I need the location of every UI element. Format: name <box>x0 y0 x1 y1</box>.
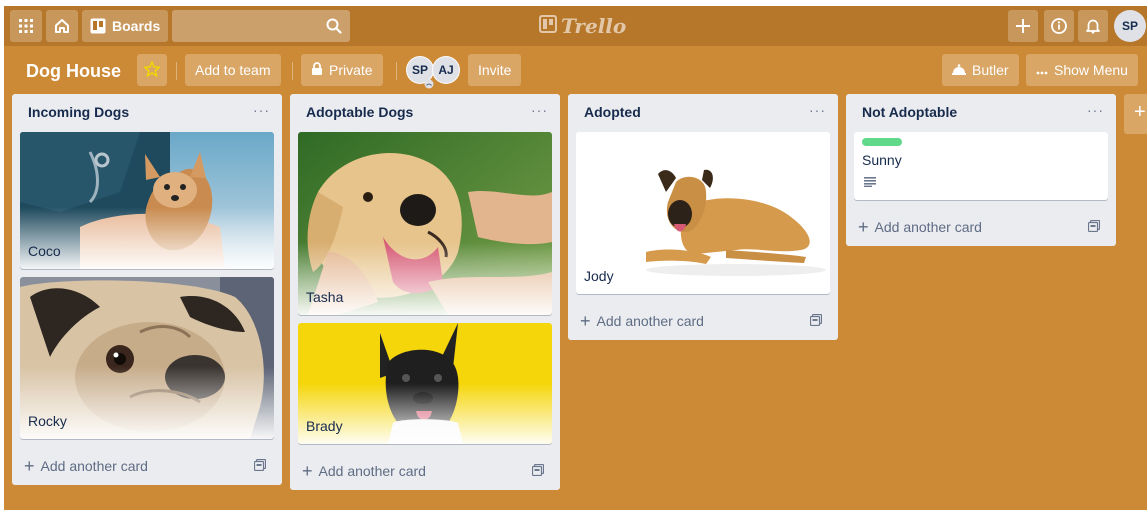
trello-logo[interactable]: Trello <box>539 14 626 38</box>
card-title: Rocky <box>28 413 67 429</box>
invite-button[interactable]: Invite <box>468 54 522 86</box>
list-adoptable-dogs: Adoptable Dogs ··· Tasha Brady + Add ano… <box>290 94 560 490</box>
plus-icon: + <box>1134 101 1146 123</box>
plus-icon: + <box>302 461 313 481</box>
grid-icon <box>19 19 33 33</box>
list-title[interactable]: Adoptable Dogs <box>306 104 413 132</box>
plus-icon: + <box>580 311 591 331</box>
more-horizontal-icon <box>1036 62 1048 78</box>
add-card-label: Add another card <box>318 463 426 479</box>
show-menu-button[interactable]: Show Menu <box>1026 54 1138 86</box>
home-button[interactable] <box>46 10 78 42</box>
list-title[interactable]: Adopted <box>584 104 641 132</box>
card-title: Sunny <box>862 152 902 168</box>
golden-retriever-photo <box>298 132 552 315</box>
list-menu-icon[interactable]: ··· <box>253 103 270 132</box>
home-icon <box>54 18 70 34</box>
butler-icon <box>952 62 966 78</box>
invite-label: Invite <box>478 62 512 78</box>
boards-label: Boards <box>112 18 161 34</box>
list-title[interactable]: Not Adoptable <box>862 104 957 132</box>
butler-button[interactable]: Butler <box>942 54 1019 86</box>
card-sunny[interactable]: Sunny <box>854 132 1108 200</box>
add-card-button[interactable]: + Add another card <box>24 456 148 476</box>
add-card-label: Add another card <box>874 219 982 235</box>
member-avatar[interactable]: AJ <box>432 56 460 84</box>
card-template-icon[interactable] <box>531 463 545 479</box>
card-label-green[interactable] <box>862 138 902 146</box>
card-title: Tasha <box>306 289 344 305</box>
search-input[interactable] <box>172 10 350 42</box>
shepherd-mix-photo <box>576 132 830 294</box>
top-navigation-bar: Boards Trello SP <box>4 6 1147 46</box>
add-card-row: + Add another card <box>568 302 838 340</box>
add-card-row: + Add another card <box>12 447 282 485</box>
card-tasha[interactable]: Tasha <box>298 132 552 315</box>
board-header: Dog House Add to team Private SP AJ Invi… <box>4 46 1147 94</box>
card-jody[interactable]: Jody <box>576 132 830 294</box>
create-button[interactable] <box>1008 10 1038 42</box>
add-card-button[interactable]: + Add another card <box>302 461 426 481</box>
user-avatar[interactable]: SP <box>1114 10 1146 42</box>
trello-logo-text: Trello <box>561 14 627 38</box>
add-card-button[interactable]: + Add another card <box>858 217 982 237</box>
card-title: Coco <box>28 243 61 259</box>
plus-icon: + <box>24 456 35 476</box>
card-template-icon[interactable] <box>809 313 823 329</box>
list-header[interactable]: Incoming Dogs ··· <box>12 94 282 132</box>
boards-button[interactable]: Boards <box>82 10 169 42</box>
trello-logo-icon <box>539 14 557 38</box>
header-divider <box>292 62 293 80</box>
list-incoming-dogs: Incoming Dogs ··· Coco Rocky + Add anoth… <box>12 94 282 485</box>
admin-badge-icon <box>424 76 434 89</box>
card-brady[interactable]: Brady <box>298 323 552 444</box>
apps-button[interactable] <box>10 10 42 42</box>
add-to-team-button[interactable]: Add to team <box>185 54 281 86</box>
visibility-label: Private <box>329 62 373 78</box>
list-not-adoptable: Not Adoptable ··· Sunny + Add another ca… <box>846 94 1116 246</box>
card-coco[interactable]: Coco <box>20 132 274 269</box>
add-to-team-label: Add to team <box>195 62 271 78</box>
card-template-icon[interactable] <box>1087 219 1101 235</box>
notifications-button[interactable] <box>1078 10 1108 42</box>
add-card-row: + Add another card <box>290 452 560 490</box>
plus-icon: + <box>858 217 869 237</box>
description-icon <box>854 174 1108 200</box>
star-button[interactable] <box>137 54 167 86</box>
card-title: Brady <box>306 418 343 434</box>
header-divider <box>396 62 397 80</box>
butler-label: Butler <box>972 62 1009 78</box>
add-card-label: Add another card <box>596 313 704 329</box>
add-list-button[interactable]: + <box>1124 94 1147 134</box>
info-icon <box>1051 18 1067 34</box>
boards-icon <box>90 18 106 34</box>
visibility-button[interactable]: Private <box>301 54 383 86</box>
board-title[interactable]: Dog House <box>18 55 129 87</box>
lock-icon <box>311 62 323 78</box>
list-title[interactable]: Incoming Dogs <box>28 104 129 132</box>
add-card-button[interactable]: + Add another card <box>580 311 704 331</box>
list-header[interactable]: Not Adoptable ··· <box>846 94 1116 132</box>
star-icon <box>143 60 161 80</box>
bell-icon <box>1085 18 1101 34</box>
list-menu-icon[interactable]: ··· <box>809 103 826 132</box>
card-template-icon[interactable] <box>253 458 267 474</box>
list-adopted: Adopted ··· Jody + Add another card <box>568 94 838 340</box>
list-header[interactable]: Adopted ··· <box>568 94 838 132</box>
plus-icon <box>1015 18 1031 34</box>
list-header[interactable]: Adoptable Dogs ··· <box>290 94 560 132</box>
card-rocky[interactable]: Rocky <box>20 277 274 439</box>
add-card-row: + Add another card <box>846 208 1116 246</box>
info-button[interactable] <box>1044 10 1074 42</box>
trello-app: Boards Trello SP Dog House Add to team P… <box>4 6 1147 510</box>
header-divider <box>176 62 177 80</box>
search-icon <box>326 18 342 39</box>
card-title: Jody <box>584 268 614 284</box>
list-menu-icon[interactable]: ··· <box>1087 103 1104 132</box>
show-menu-label: Show Menu <box>1054 62 1128 78</box>
list-menu-icon[interactable]: ··· <box>531 103 548 132</box>
add-card-label: Add another card <box>40 458 148 474</box>
